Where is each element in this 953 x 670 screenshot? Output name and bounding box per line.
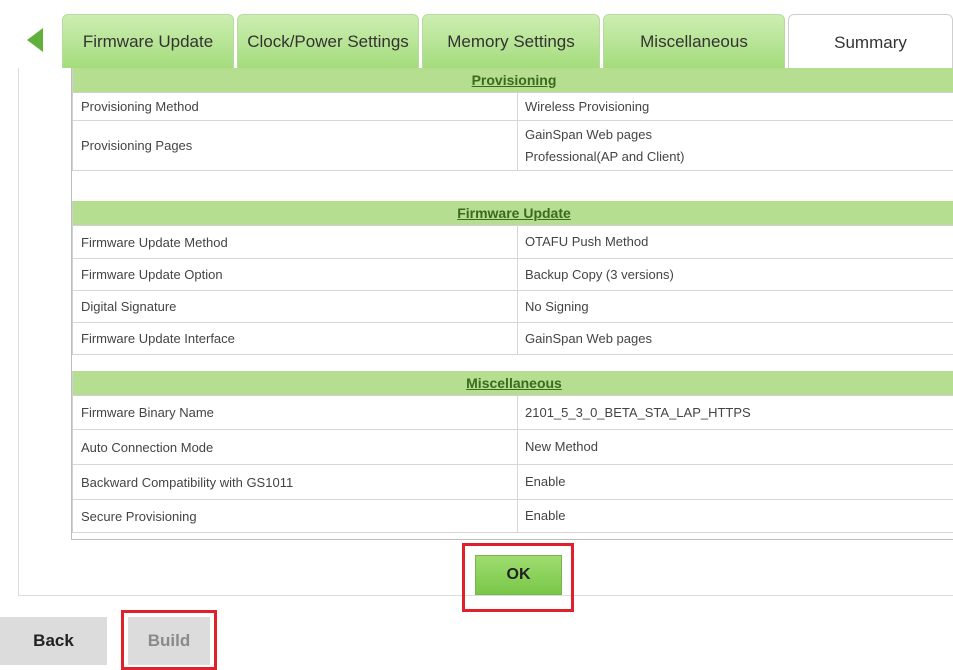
summary-table: Provisioning Provisioning Method Wireles… [71,68,953,540]
tab-miscellaneous[interactable]: Miscellaneous [603,14,785,68]
row-label: Firmware Binary Name [73,396,518,429]
section-firmware-update: Firmware Update Firmware Update Method O… [72,201,953,355]
section-header: Miscellaneous [73,371,953,396]
table-row: Provisioning Method Wireless Provisionin… [73,93,953,121]
summary-panel: Provisioning Provisioning Method Wireles… [18,68,953,596]
row-value: No Signing [525,298,589,314]
row-value: Wireless Provisioning [525,98,650,114]
tab-summary[interactable]: Summary [788,14,953,70]
row-label: Digital Signature [73,291,518,322]
row-label: Firmware Update Method [73,226,518,258]
row-label: Firmware Update Option [73,259,518,290]
table-row: Auto Connection Mode New Method [73,430,953,465]
table-row: Provisioning Pages GainSpan Web pages Pro… [73,121,953,171]
row-label: Backward Compatibility with GS1011 [73,465,518,499]
row-value: OTAFU Push Method [525,234,649,249]
tab-firmware-update[interactable]: Firmware Update [62,14,234,68]
tab-label: Firmware Update [82,31,214,51]
row-value: GainSpan Web pages [525,330,652,346]
tab-bar: Firmware Update Clock/Power Settings Mem… [0,0,953,70]
table-row: Firmware Binary Name 2101_5_3_0_BETA_STA… [73,396,953,430]
tab-label: Summary [834,32,907,52]
row-value: Enable [525,474,566,489]
table-row: Firmware Update Interface GainSpan Web p… [73,323,953,355]
tab-label: Miscellaneous [640,31,748,51]
row-label: Provisioning Pages [73,121,518,170]
table-row: Backward Compatibility with GS1011 Enabl… [73,465,953,500]
row-value: Enable [525,508,566,523]
table-row: Digital Signature No Signing [73,291,953,323]
build-button[interactable]: Build [128,617,210,665]
row-label: Auto Connection Mode [73,430,518,464]
section-title: Firmware Update [457,205,571,221]
row-label: Provisioning Method [73,93,518,120]
table-row: Firmware Update Method OTAFU Push Method [73,226,953,259]
table-row: Firmware Update Option Backup Copy (3 ve… [73,259,953,291]
row-label: Firmware Update Interface [73,323,518,354]
row-label: Secure Provisioning [73,500,518,532]
row-value: GainSpan Web pages Professional(AP and Cl… [525,126,685,164]
back-button[interactable]: Back [0,617,107,665]
section-title: Miscellaneous [466,375,562,391]
section-title: Provisioning [471,72,557,88]
tab-clock-power-settings[interactable]: Clock/Power Settings [237,14,419,68]
section-miscellaneous: Miscellaneous Firmware Binary Name 2101_… [72,371,953,533]
tab-label: Clock/Power Settings [247,31,409,51]
tab-memory-settings[interactable]: Memory Settings [422,14,600,68]
row-value: New Method [525,439,598,454]
tab-label: Memory Settings [447,31,575,51]
section-header: Firmware Update [73,201,953,226]
back-arrow-icon[interactable] [27,28,43,52]
row-value: Backup Copy (3 versions) [525,266,674,282]
row-value: 2101_5_3_0_BETA_STA_LAP_HTTPS [525,404,751,420]
ok-button[interactable]: OK [475,555,562,595]
section-header: Provisioning [73,68,953,93]
section-provisioning: Provisioning Provisioning Method Wireles… [72,68,953,171]
table-row: Secure Provisioning Enable [73,500,953,533]
